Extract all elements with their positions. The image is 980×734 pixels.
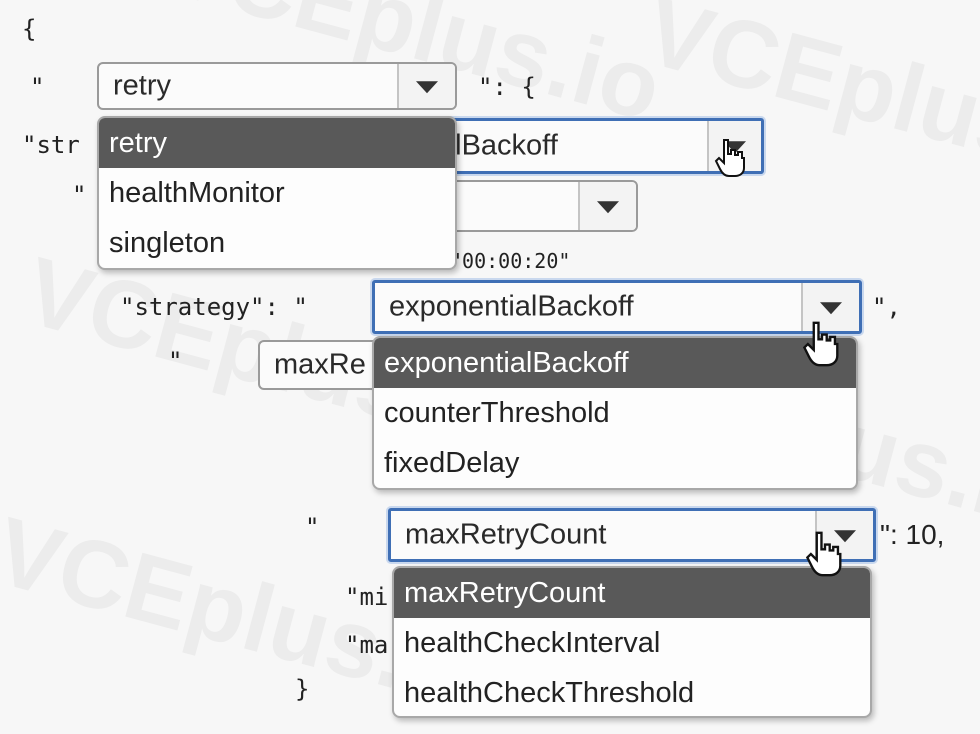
hand-cursor-icon xyxy=(802,321,839,367)
option-fixed-delay[interactable]: fixedDelay xyxy=(374,438,856,488)
option-health-check-threshold[interactable]: healthCheckThreshold xyxy=(394,668,870,716)
chevron-down-icon xyxy=(597,201,619,214)
chevron-down-icon xyxy=(820,302,842,315)
open-brace: { xyxy=(22,15,37,43)
option-health-monitor[interactable]: healthMonitor xyxy=(99,168,455,218)
code-line-prefix: "str xyxy=(22,131,80,159)
max-retry-select[interactable]: maxRetryCount xyxy=(388,508,876,562)
max-retry-dropdown: maxRetryCount healthCheckInterval health… xyxy=(392,566,872,718)
code-fragment: "00:00:20" xyxy=(450,249,571,273)
code-suffix: ": { xyxy=(478,73,536,101)
strategy-dropdown: exponentialBackoff counterThreshold fixe… xyxy=(372,336,858,490)
dropdown-arrow[interactable] xyxy=(397,64,455,108)
rule-type-dropdown: retry healthMonitor singleton xyxy=(97,116,457,270)
option-retry[interactable]: retry xyxy=(99,118,455,168)
watermark: VCEplus.io xyxy=(634,0,980,212)
chevron-down-icon xyxy=(416,81,438,94)
strategy-key-label: "strategy": " xyxy=(120,293,308,321)
option-exponential-backoff[interactable]: exponentialBackoff xyxy=(374,338,856,388)
code-suffix: ", xyxy=(872,293,901,321)
strategy-value: exponentialBackoff xyxy=(389,290,634,323)
rule-type-select[interactable]: retry xyxy=(97,62,457,110)
max-retry-fragment: maxRe xyxy=(274,348,366,381)
code-line-prefix: "ma xyxy=(345,631,389,659)
code-quote: " xyxy=(72,181,87,209)
hand-cursor-icon xyxy=(805,531,842,577)
max-retry-suffix: ": 10, xyxy=(880,519,945,550)
code-quote: " xyxy=(30,73,45,101)
hand-cursor-icon xyxy=(714,139,745,177)
option-counter-threshold[interactable]: counterThreshold xyxy=(374,388,856,438)
option-max-retry-count[interactable]: maxRetryCount xyxy=(394,568,870,618)
rule-type-value: retry xyxy=(113,69,171,102)
code-line-prefix: "mi xyxy=(345,583,389,611)
code-quote: " xyxy=(305,513,320,541)
option-health-check-interval[interactable]: healthCheckInterval xyxy=(394,618,870,668)
dropdown-arrow[interactable] xyxy=(578,182,636,230)
close-brace: } xyxy=(295,675,310,703)
option-singleton[interactable]: singleton xyxy=(99,218,455,268)
strategy-select[interactable]: exponentialBackoff xyxy=(372,280,862,334)
code-quote: " xyxy=(168,347,183,375)
max-retry-value: maxRetryCount xyxy=(405,518,607,551)
